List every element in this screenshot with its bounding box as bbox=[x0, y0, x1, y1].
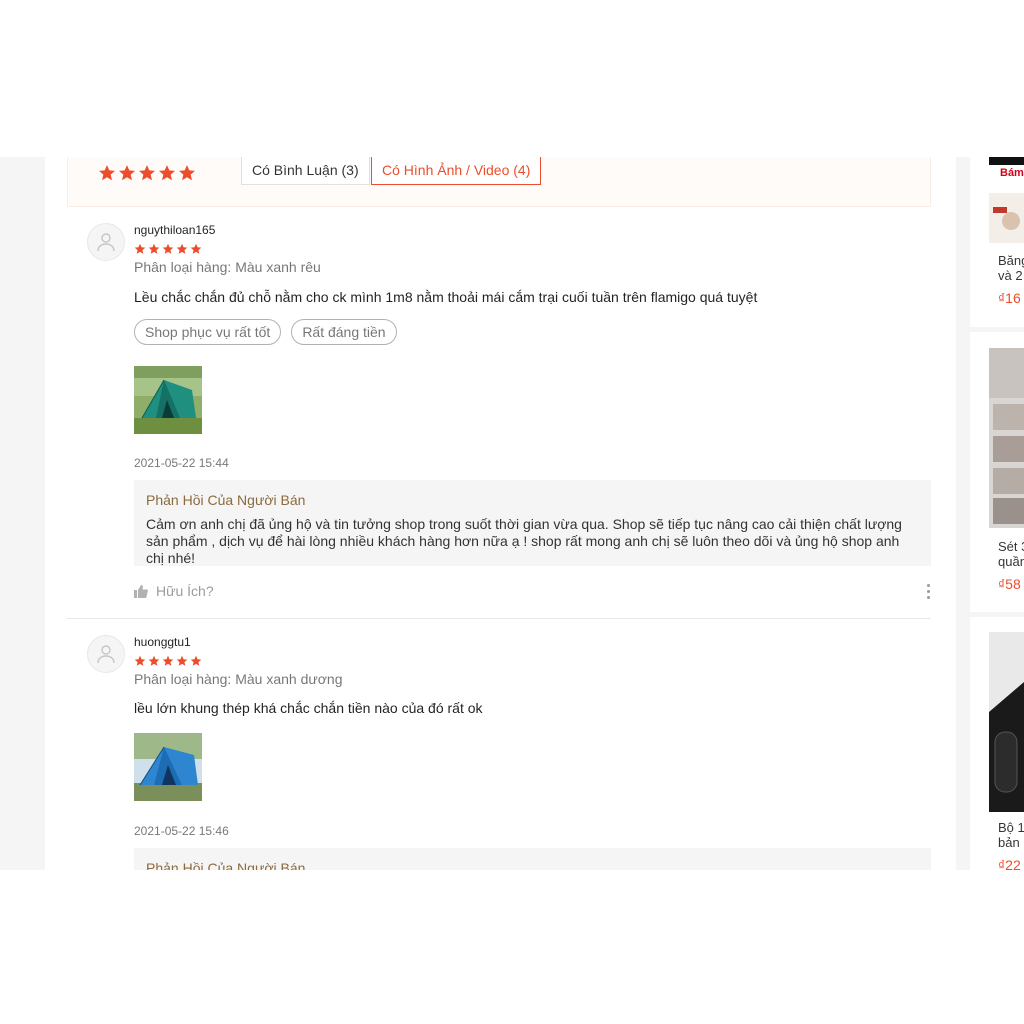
product-card[interactable]: Bộ 1 bản ₫22 bbox=[970, 617, 1024, 870]
review-stars bbox=[134, 655, 202, 667]
product-thumbnail bbox=[989, 632, 1024, 812]
review-tag: Shop phục vụ rất tốt bbox=[134, 319, 282, 345]
star-icon bbox=[176, 243, 188, 254]
star-icon bbox=[159, 165, 175, 181]
user-icon bbox=[97, 233, 115, 252]
review-author[interactable]: huonggtu1 bbox=[134, 635, 191, 649]
star-icon bbox=[176, 655, 188, 666]
review-variation: Phân loại hàng: Màu xanh rêu bbox=[134, 259, 321, 275]
product-name: Bộ 1 bbox=[998, 820, 1024, 835]
rating-overview: Có Bình Luận (3) Có Hình Ảnh / Video (4) bbox=[67, 157, 931, 207]
avatar[interactable] bbox=[87, 635, 125, 673]
review-tags: Shop phục vụ rất tốt Rất đáng tiền bbox=[134, 319, 397, 345]
product-image: Bám bbox=[989, 157, 1024, 243]
seller-reply-title: Phản Hồi Của Người Bán bbox=[146, 492, 306, 508]
star-icon bbox=[139, 165, 155, 181]
product-price: ₫16 bbox=[998, 290, 1021, 306]
review-date: 2021-05-22 15:44 bbox=[134, 456, 229, 470]
star-icon bbox=[162, 243, 174, 254]
related-products-sidebar: Bám Băng và 2 ₫16 Sét 3 quần ₫58 bbox=[970, 157, 1024, 870]
seller-reply: Phản Hồi Của Người Bán Cảm ơn anh chị đã… bbox=[134, 480, 931, 566]
star-icon bbox=[148, 243, 160, 254]
star-icon bbox=[119, 165, 135, 181]
review-variation: Phân loại hàng: Màu xanh dương bbox=[134, 671, 343, 687]
review-tag: Rất đáng tiền bbox=[291, 319, 397, 345]
product-ratings-panel: Có Bình Luận (3) Có Hình Ảnh / Video (4)… bbox=[45, 157, 956, 870]
overview-stars bbox=[98, 164, 196, 182]
product-price: ₫58 bbox=[998, 576, 1021, 592]
star-icon bbox=[162, 655, 174, 666]
product-badge: Bám bbox=[1000, 167, 1024, 179]
review-stars bbox=[134, 243, 202, 255]
thumbs-up-icon bbox=[134, 584, 148, 598]
avatar[interactable] bbox=[87, 223, 125, 261]
product-price: ₫22 bbox=[998, 857, 1021, 870]
product-thumbnail bbox=[989, 348, 1024, 528]
filter-with-comments-button[interactable]: Có Bình Luận (3) bbox=[241, 157, 370, 185]
seller-reply: Phản Hồi Của Người Bán bbox=[134, 848, 931, 870]
page-viewport: Có Bình Luận (3) Có Hình Ảnh / Video (4)… bbox=[0, 157, 1024, 870]
star-icon bbox=[99, 165, 115, 181]
product-image bbox=[989, 348, 1024, 528]
star-icon bbox=[134, 243, 146, 254]
star-icon bbox=[190, 655, 202, 666]
star-icon bbox=[134, 655, 146, 666]
product-name: Sét 3 bbox=[998, 539, 1024, 554]
product-name: quần bbox=[998, 554, 1024, 569]
review-photo-thumbnail[interactable] bbox=[134, 366, 202, 434]
review-date: 2021-05-22 15:46 bbox=[134, 824, 229, 838]
product-name: Băng bbox=[998, 253, 1024, 268]
filter-with-media-button[interactable]: Có Hình Ảnh / Video (4) bbox=[371, 157, 542, 185]
user-icon bbox=[97, 645, 115, 664]
star-icon bbox=[179, 165, 195, 181]
seller-reply-title: Phản Hồi Của Người Bán bbox=[146, 860, 306, 870]
star-icon bbox=[190, 243, 202, 254]
product-card[interactable]: Bám Băng và 2 ₫16 bbox=[970, 157, 1024, 327]
helpful-label: Hữu Ích? bbox=[156, 583, 214, 599]
more-options-icon[interactable] bbox=[927, 584, 931, 602]
helpful-button[interactable]: Hữu Ích? bbox=[134, 583, 214, 599]
review-comment: lều lớn khung thép khá chắc chắn tiền nà… bbox=[134, 700, 483, 716]
blue-tent-photo bbox=[134, 733, 202, 801]
review-author[interactable]: nguythiloan165 bbox=[134, 223, 215, 237]
product-name: và 2 bbox=[998, 268, 1023, 283]
seller-reply-text: Cảm ơn anh chị đã ủng hộ và tin tưởng sh… bbox=[146, 516, 902, 566]
green-tent-photo bbox=[134, 366, 202, 434]
review-photo-thumbnail[interactable] bbox=[134, 733, 202, 801]
review-item: huonggtu1 Phân loại hàng: Màu xanh dương… bbox=[67, 635, 931, 870]
review-divider bbox=[67, 618, 931, 619]
product-image bbox=[989, 632, 1024, 812]
product-name: bản bbox=[998, 835, 1020, 850]
review-item: nguythiloan165 Phân loại hàng: Màu xanh … bbox=[67, 223, 931, 613]
product-card[interactable]: Sét 3 quần ₫58 bbox=[970, 332, 1024, 612]
star-icon bbox=[148, 655, 160, 666]
review-comment: Lều chắc chắn đủ chỗ nằm cho ck mình 1m8… bbox=[134, 289, 758, 305]
